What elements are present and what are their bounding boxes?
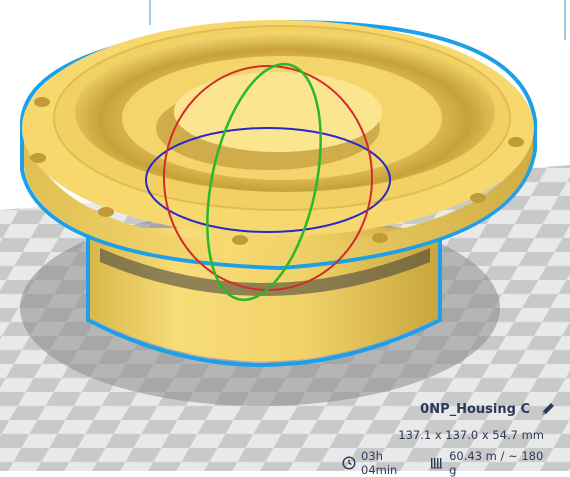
mounting-hole bbox=[470, 193, 486, 203]
object-name: 0NP_Housing C bbox=[420, 401, 530, 417]
mounting-hole bbox=[232, 235, 248, 245]
clock-icon bbox=[342, 456, 356, 470]
model-center-dome bbox=[174, 72, 382, 152]
print-time-value: 03h 04min bbox=[361, 449, 398, 477]
material-usage-value: 60.43 m / ~ 180 g bbox=[449, 449, 544, 477]
mounting-hole bbox=[34, 97, 50, 107]
print-estimate: 03h 04min 60.43 m / ~ 180 g bbox=[332, 449, 550, 477]
mounting-hole bbox=[30, 153, 46, 163]
mounting-hole bbox=[508, 137, 524, 147]
pencil-icon[interactable] bbox=[540, 401, 556, 417]
mounting-hole bbox=[98, 207, 114, 217]
mounting-hole bbox=[372, 233, 388, 243]
filament-spool-icon bbox=[430, 456, 444, 470]
print-time: 03h 04min bbox=[342, 449, 420, 477]
object-name-row: 0NP_Housing C bbox=[420, 401, 556, 417]
object-info-panel: 0NP_Housing C 137.1 x 137.0 x 54.7 mm 03… bbox=[332, 399, 562, 477]
object-dimensions: 137.1 x 137.0 x 54.7 mm bbox=[398, 428, 544, 442]
material-usage: 60.43 m / ~ 180 g bbox=[430, 449, 550, 477]
